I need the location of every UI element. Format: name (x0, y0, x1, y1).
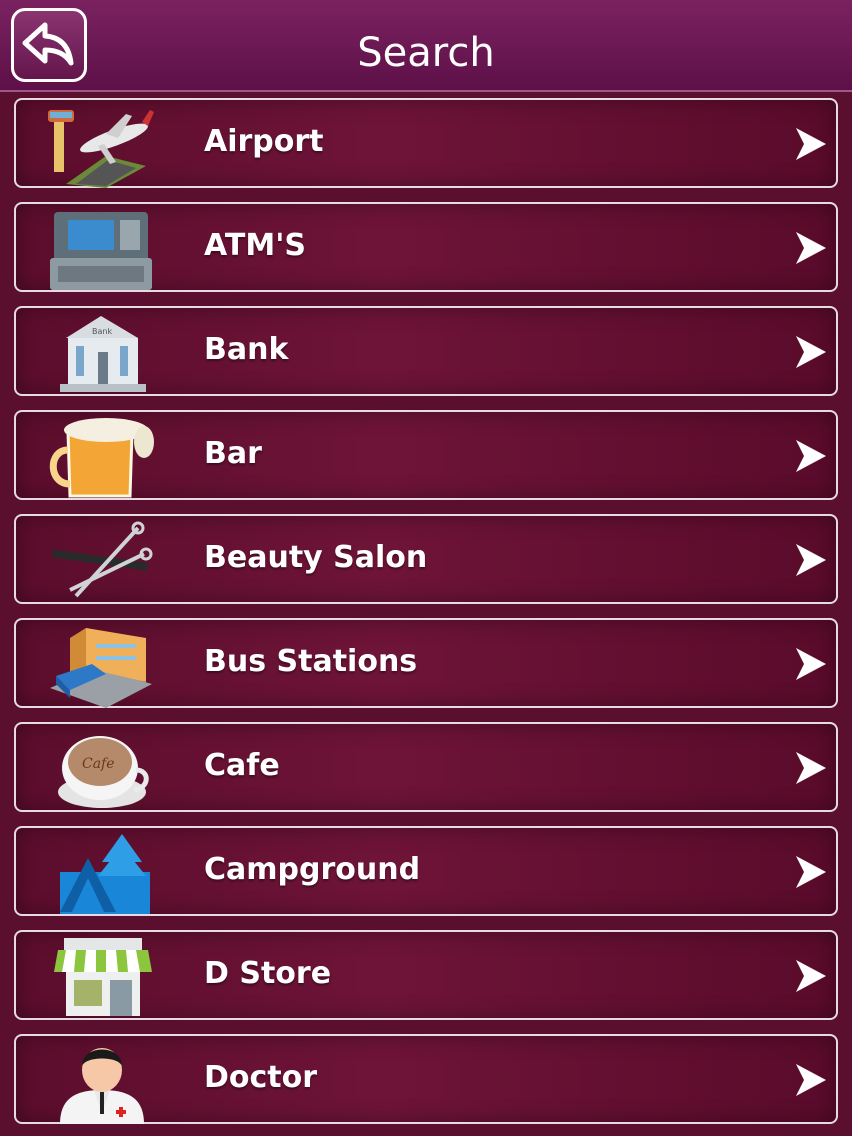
bank-icon: Bank (60, 316, 146, 392)
campground-icon (60, 834, 150, 914)
list-item-beauty-salon[interactable]: Beauty Salon (0, 508, 852, 612)
list-item-bank[interactable]: Bank Bank (0, 300, 852, 404)
cafe-icon-text: Cafe (82, 756, 115, 772)
list-item-label: D Store (204, 956, 332, 991)
list-item-card[interactable]: Beauty Salon (14, 514, 838, 604)
chevron-right-icon (796, 544, 826, 576)
list-item-campground[interactable]: Campground (0, 820, 852, 924)
list-item-airport[interactable]: Airport (0, 92, 852, 196)
beer-mug-icon (49, 418, 154, 498)
chevron-right-icon (796, 128, 826, 160)
airport-icon (48, 110, 154, 188)
bus-station-icon (50, 628, 152, 708)
list-item-card[interactable]: Bar (14, 410, 838, 500)
chevron-right-icon (796, 1064, 826, 1096)
header-bar: Search (0, 0, 852, 92)
list-item-label: Airport (204, 124, 324, 159)
chevron-right-icon (796, 440, 826, 472)
list-item-card[interactable]: Campground (14, 826, 838, 916)
chevron-right-icon (796, 856, 826, 888)
list-item-card[interactable]: Cafe Cafe (14, 722, 838, 812)
scissors-comb-icon (51, 521, 153, 598)
list-item-atm[interactable]: ATM'S (0, 196, 852, 300)
page-title: Search (357, 30, 495, 76)
list-item-label: Bus Stations (204, 644, 418, 679)
list-item-card[interactable]: ATM'S (14, 202, 838, 292)
list-item-d-store[interactable]: D Store (0, 924, 852, 1028)
list-item-bus-stations[interactable]: Bus Stations (0, 612, 852, 716)
bank-icon-text: Bank (92, 327, 112, 336)
list-item-cafe[interactable]: Cafe Cafe (0, 716, 852, 820)
list-item-card[interactable]: Bank Bank (14, 306, 838, 396)
store-icon (54, 938, 152, 1016)
chevron-right-icon (796, 752, 826, 784)
list-item-label: Bar (204, 436, 262, 471)
list-item-label: Beauty Salon (204, 540, 428, 575)
list-item-card[interactable]: Bus Stations (14, 618, 838, 708)
atm-icon (50, 212, 152, 290)
list-item-label: Bank (204, 332, 289, 367)
list-item-doctor[interactable]: Doctor (0, 1028, 852, 1132)
category-list: Airport ATM'S Bank Bank Bar Beauty Salon… (0, 92, 852, 1132)
list-item-card[interactable]: Airport (14, 98, 838, 188)
list-item-bar[interactable]: Bar (0, 404, 852, 508)
list-item-label: ATM'S (204, 228, 306, 263)
coffee-cup-icon: Cafe (58, 736, 149, 808)
chevron-right-icon (796, 960, 826, 992)
list-item-card[interactable]: D Store (14, 930, 838, 1020)
chevron-right-icon (796, 336, 826, 368)
list-item-label: Campground (204, 852, 421, 887)
list-item-card[interactable]: Doctor (14, 1034, 838, 1124)
chevron-right-icon (796, 648, 826, 680)
list-item-label: Doctor (204, 1060, 318, 1095)
list-item-label: Cafe (204, 748, 280, 783)
chevron-right-icon (796, 232, 826, 264)
doctor-icon (60, 1048, 144, 1124)
